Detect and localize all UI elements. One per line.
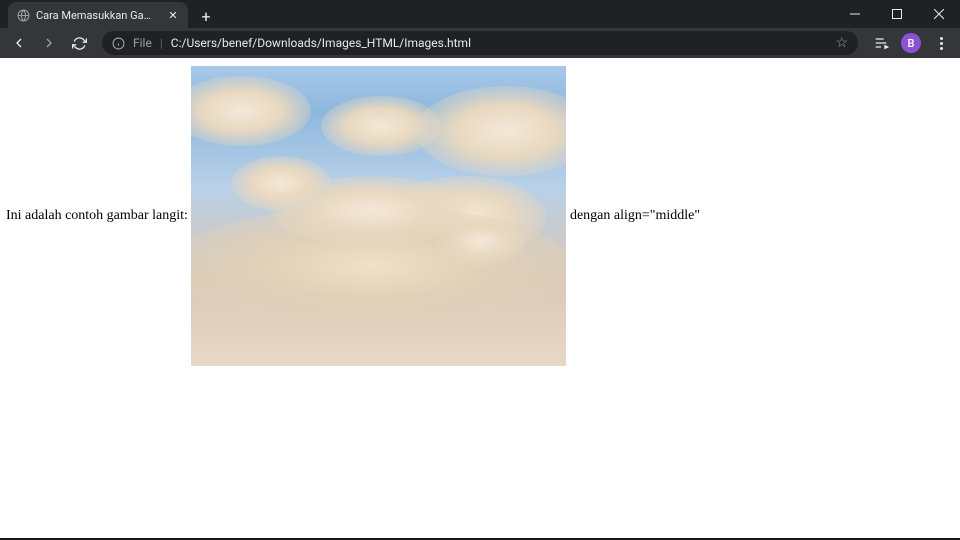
menu-button[interactable] xyxy=(928,30,954,56)
window-controls xyxy=(834,0,960,28)
close-icon[interactable]: ✕ xyxy=(166,8,180,22)
back-button[interactable] xyxy=(6,30,32,56)
browser-tab[interactable]: Cara Memasukkan Gambar di HT ✕ xyxy=(8,2,188,28)
url-separator: | xyxy=(160,36,163,50)
maximize-button[interactable] xyxy=(876,0,918,28)
tab-title: Cara Memasukkan Gambar di HT xyxy=(36,9,160,22)
info-icon[interactable] xyxy=(112,37,125,50)
kebab-icon xyxy=(940,37,943,50)
close-window-button[interactable] xyxy=(918,0,960,28)
page-body: Ini adalah contoh gambar langit: dengan … xyxy=(6,66,954,366)
address-bar[interactable]: File | C:/Users/benef/Downloads/Images_H… xyxy=(102,31,858,55)
reload-button[interactable] xyxy=(66,30,92,56)
page-content: Ini adalah contoh gambar langit: dengan … xyxy=(0,58,960,540)
window-titlebar: Cara Memasukkan Gambar di HT ✕ + xyxy=(0,0,960,28)
sky-image xyxy=(191,66,566,366)
new-tab-button[interactable]: + xyxy=(194,4,218,28)
profile-avatar[interactable]: B xyxy=(898,30,924,56)
globe-icon xyxy=(16,8,30,22)
forward-button[interactable] xyxy=(36,30,62,56)
url-scheme: File xyxy=(133,36,152,50)
tabs-row: Cara Memasukkan Gambar di HT ✕ + xyxy=(0,0,218,28)
text-before-image: Ini adalah contoh gambar langit: xyxy=(6,208,191,223)
media-control-icon[interactable] xyxy=(868,30,894,56)
bookmark-star-icon[interactable]: ☆ xyxy=(835,35,848,51)
minimize-button[interactable] xyxy=(834,0,876,28)
text-after-image: dengan align="middle" xyxy=(566,208,700,223)
avatar-initial: B xyxy=(901,33,921,53)
url-path: C:/Users/benef/Downloads/Images_HTML/Ima… xyxy=(171,36,828,50)
browser-toolbar: File | C:/Users/benef/Downloads/Images_H… xyxy=(0,28,960,58)
